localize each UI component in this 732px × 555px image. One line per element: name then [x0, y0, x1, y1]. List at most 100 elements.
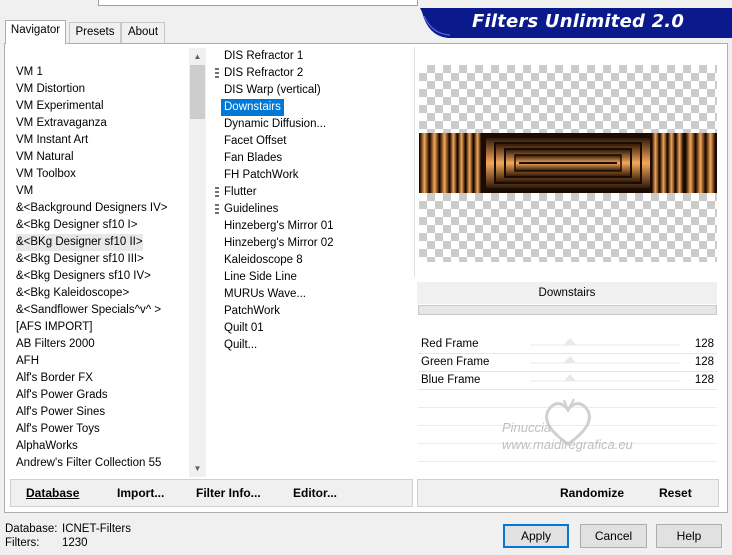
category-item[interactable]: &<Bkg Designer sf10 III>	[16, 251, 144, 268]
filter-item[interactable]: MURUs Wave...	[221, 286, 309, 303]
filter-item[interactable]: Quilt...	[221, 337, 260, 354]
watermark-name: Pinuccia	[502, 420, 552, 435]
param-label: Blue Frame	[421, 374, 481, 386]
param-value: 128	[694, 338, 714, 350]
preview-stripe	[706, 133, 715, 193]
preview-stripe	[660, 133, 667, 193]
filter-item[interactable]: Flutter	[221, 184, 260, 201]
param-slider-track[interactable]	[530, 344, 680, 346]
database-label: Database	[26, 486, 80, 500]
category-item[interactable]: Alf's Power Toys	[16, 421, 100, 438]
param-slider-thumb-icon[interactable]	[564, 356, 576, 363]
filter-item[interactable]: FH PatchWork	[221, 167, 302, 184]
scroll-up-arrow-icon[interactable]: ▲	[189, 48, 206, 65]
category-item[interactable]: VM Distortion	[16, 81, 85, 98]
scroll-down-arrow-icon[interactable]: ▼	[189, 460, 206, 477]
preview-stripe	[420, 133, 429, 193]
category-item[interactable]: VM 1	[16, 64, 43, 81]
preview-stripe	[440, 133, 449, 193]
filter-item[interactable]: DIS Refractor 1	[221, 48, 306, 65]
filter-item[interactable]: Hinzeberg's Mirror 02	[221, 235, 337, 252]
filter-item[interactable]: Line Side Line	[221, 269, 300, 286]
preview-stripe	[676, 133, 683, 193]
apply-button[interactable]: Apply	[503, 524, 569, 548]
category-item[interactable]: Alf's Power Sines	[16, 404, 105, 421]
param-row[interactable]: Green Frame 128	[418, 354, 717, 372]
database-status-label: Database:	[5, 523, 58, 535]
category-item[interactable]: &<Background Designers IV>	[16, 200, 168, 217]
cancel-button[interactable]: Cancel	[580, 524, 647, 548]
filter-control-strip	[418, 305, 717, 315]
filter-marker-icon	[215, 204, 219, 215]
tab-presets[interactable]: Presets	[69, 22, 121, 43]
filter-info-button[interactable]: Filter Info...	[196, 486, 261, 500]
param-slider-track[interactable]	[530, 380, 680, 382]
filter-item[interactable]: DIS Warp (vertical)	[221, 82, 324, 99]
filter-item[interactable]: Downstairs	[221, 99, 284, 116]
randomize-button[interactable]: Randomize	[560, 486, 624, 500]
category-item[interactable]: AlphaWorks	[16, 438, 78, 455]
category-item[interactable]: Alf's Border FX	[16, 370, 93, 387]
database-button[interactable]: Database	[26, 486, 79, 500]
filter-marker-icon	[215, 187, 219, 198]
category-item[interactable]: VM Natural	[16, 149, 74, 166]
banner-title: Filters Unlimited 2.0	[472, 11, 685, 32]
reset-button[interactable]: Reset	[659, 486, 692, 500]
category-item[interactable]: Alf's Power Grads	[16, 387, 108, 404]
param-row[interactable]: Red Frame 128	[418, 336, 717, 354]
editor-button[interactable]: Editor...	[293, 486, 337, 500]
app-banner: Filters Unlimited 2.0	[420, 8, 732, 38]
category-item[interactable]: [AFS IMPORT]	[16, 319, 92, 336]
tab-about[interactable]: About	[121, 22, 165, 43]
preview-stripe	[652, 133, 659, 193]
filter-item[interactable]: Fan Blades	[221, 150, 285, 167]
tab-navigator[interactable]: Navigator	[5, 20, 66, 44]
filters-count-label: Filters:	[5, 537, 40, 549]
current-filter-title: Downstairs	[417, 282, 717, 304]
category-item[interactable]: &<Bkg Designer sf10 I>	[16, 217, 137, 234]
preview-stripe	[686, 133, 695, 193]
category-item[interactable]: VM Instant Art	[16, 132, 88, 149]
filter-list[interactable]: DIS Refractor 1 DIS Refractor 2 DIS Warp (…	[212, 47, 408, 477]
param-row-empty	[418, 462, 717, 480]
param-slider-thumb-icon[interactable]	[564, 338, 576, 345]
filter-item[interactable]: Guidelines	[221, 201, 281, 218]
category-item[interactable]: VM Experimental	[16, 98, 104, 115]
category-item[interactable]: VM	[16, 183, 33, 200]
help-button[interactable]: Help	[656, 524, 722, 548]
filter-item[interactable]: Facet Offset	[221, 133, 289, 150]
param-row[interactable]: Blue Frame 128	[418, 372, 717, 390]
category-item[interactable]: VM Toolbox	[16, 166, 76, 183]
scroll-thumb[interactable]	[190, 65, 205, 119]
category-item[interactable]: &<Bkg Kaleidoscope>	[16, 285, 129, 302]
category-item[interactable]: AFH	[16, 353, 39, 370]
category-item[interactable]: &<Sandflower Specials^v^ >	[16, 302, 161, 319]
filter-item[interactable]: PatchWork	[221, 303, 283, 320]
top-edge-strip	[98, 0, 418, 6]
category-item[interactable]: Andrew's Filter Collection 55	[16, 455, 161, 472]
filter-item[interactable]: Kaleidoscope 8	[221, 252, 306, 269]
filter-marker-icon	[215, 68, 219, 79]
param-label: Red Frame	[421, 338, 479, 350]
preview-stripe	[466, 133, 473, 193]
filter-item[interactable]: Hinzeberg's Mirror 01	[221, 218, 337, 235]
category-item[interactable]: AB Filters 2000	[16, 336, 95, 353]
filter-item[interactable]: Quilt 01	[221, 320, 267, 337]
database-status-value: ICNET-Filters	[62, 523, 131, 535]
filter-item[interactable]: DIS Refractor 2	[221, 65, 306, 82]
param-slider-track[interactable]	[530, 362, 680, 364]
filters-count-value: 1230	[62, 537, 88, 549]
category-item[interactable]: VM Extravaganza	[16, 115, 107, 132]
category-item[interactable]: &<BKg Designer sf10 II>	[16, 234, 143, 251]
preview-stripe	[668, 133, 675, 193]
filter-item[interactable]: Dynamic Diffusion...	[221, 116, 329, 133]
import-button[interactable]: Import...	[117, 486, 164, 500]
preview-stripe	[458, 133, 465, 193]
preview-stripe	[430, 133, 439, 193]
param-value: 128	[694, 356, 714, 368]
category-item[interactable]: &<Bkg Designers sf10 IV>	[16, 268, 151, 285]
preview-stripe	[474, 133, 481, 193]
category-list[interactable]: VM 1 VM Distortion VM Experimental VM Extra…	[10, 47, 188, 477]
preview-image	[419, 133, 717, 193]
param-slider-thumb-icon[interactable]	[564, 374, 576, 381]
